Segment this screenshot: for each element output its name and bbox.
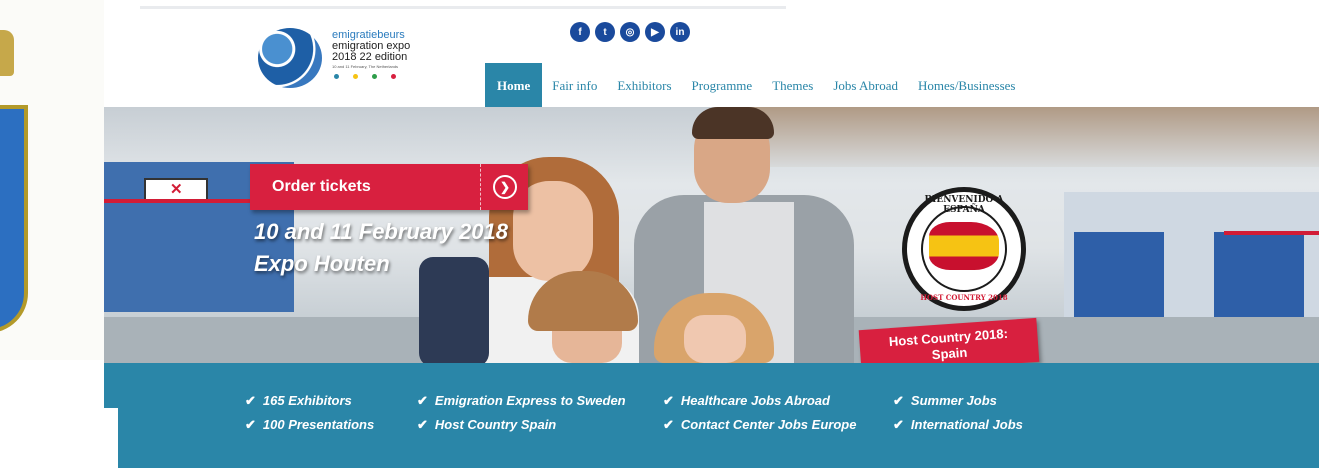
band-bottom-edge xyxy=(0,468,1319,475)
site-logo[interactable]: emigratiebeurs emigration expo 2018 22 e… xyxy=(256,26,432,96)
badge-bottom-text: HOST COUNTRY 2018 xyxy=(920,293,1008,302)
logo-edition: 2018 22 edition xyxy=(332,51,408,63)
nav-fair-info[interactable]: Fair info xyxy=(542,78,607,110)
feature-item: ✔ Host Country Spain xyxy=(417,417,556,433)
check-icon: ✔ xyxy=(893,393,904,408)
feature-label: International Jobs xyxy=(910,417,1023,432)
nav-exhibitors[interactable]: Exhibitors xyxy=(607,78,681,110)
globe-icon xyxy=(258,28,322,88)
hero-photo-boy xyxy=(528,271,638,363)
boy-hair xyxy=(528,271,638,331)
feature-label: Healthcare Jobs Abroad xyxy=(680,393,830,408)
crest-emblem xyxy=(0,30,14,76)
feature-label: 165 Exhibitors xyxy=(262,393,352,408)
check-icon: ✔ xyxy=(245,417,256,432)
booth-panel xyxy=(1074,232,1164,322)
logo-dot xyxy=(372,74,377,79)
twitter-icon[interactable]: t xyxy=(595,22,615,42)
linkedin-icon[interactable]: in xyxy=(670,22,690,42)
feature-label: Host Country Spain xyxy=(434,417,557,432)
nav-programme[interactable]: Programme xyxy=(682,78,763,110)
nav-homes-businesses[interactable]: Homes/Businesses xyxy=(908,78,1026,110)
feature-label: Emigration Express to Sweden xyxy=(434,393,626,408)
crest-shield xyxy=(0,105,28,333)
event-venue: Expo Houten xyxy=(254,251,390,276)
host-country-badge: BIENVENIDO A ESPAÑA HOST COUNTRY 2018 xyxy=(902,187,1026,311)
feature-label: Contact Center Jobs Europe xyxy=(680,417,857,432)
feature-item: ✔ 165 Exhibitors xyxy=(245,393,352,409)
check-icon: ✔ xyxy=(893,417,904,432)
order-tickets-button[interactable]: Order tickets ❯ xyxy=(250,164,528,210)
event-date: 10 and 11 February 2018 xyxy=(254,219,508,244)
social-links: f t ◎ ▶ in xyxy=(570,22,690,42)
check-icon: ✔ xyxy=(417,417,428,432)
band-notch xyxy=(0,408,118,475)
instagram-icon[interactable]: ◎ xyxy=(620,22,640,42)
feature-item: ✔ International Jobs xyxy=(893,417,1023,433)
main-nav: Home Fair info Exhibitors Programme Them… xyxy=(485,62,1025,110)
feature-item: ✔ Healthcare Jobs Abroad xyxy=(663,393,830,409)
logo-dot xyxy=(391,74,396,79)
backpack xyxy=(419,257,489,363)
queue-rope xyxy=(1224,231,1319,235)
feature-item: ✔ 100 Presentations xyxy=(245,417,374,433)
arrow-right-icon: ❯ xyxy=(482,175,528,199)
features-band xyxy=(0,408,1319,475)
youtube-icon[interactable]: ▶ xyxy=(645,22,665,42)
logo-dot xyxy=(353,74,358,79)
check-icon: ✔ xyxy=(663,417,674,432)
feature-label: 100 Presentations xyxy=(262,417,375,432)
spain-map-icon xyxy=(929,222,999,270)
girl-face xyxy=(684,315,746,363)
top-divider xyxy=(140,6,786,9)
feature-label: Summer Jobs xyxy=(910,393,997,408)
hero-banner: Order tickets ❯ 10 and 11 February 2018 … xyxy=(104,107,1319,363)
hero-photo-girl xyxy=(654,293,774,363)
check-icon: ✔ xyxy=(417,393,428,408)
order-tickets-label: Order tickets xyxy=(272,178,371,195)
website-screenshot: emigratiebeurs emigration expo 2018 22 e… xyxy=(104,6,1319,408)
check-icon: ✔ xyxy=(663,393,674,408)
logo-dates: 10 and 11 February, The Netherlands xyxy=(332,64,399,69)
crest-image xyxy=(0,0,104,360)
feature-item: ✔ Summer Jobs xyxy=(893,393,997,409)
feature-item: ✔ Emigration Express to Sweden xyxy=(417,393,626,409)
facebook-icon[interactable]: f xyxy=(570,22,590,42)
logo-dots xyxy=(334,74,396,79)
nav-jobs-abroad[interactable]: Jobs Abroad xyxy=(823,78,908,110)
nav-home[interactable]: Home xyxy=(485,63,543,110)
logo-dot xyxy=(334,74,339,79)
feature-item: ✔ Contact Center Jobs Europe xyxy=(663,417,856,433)
nav-themes[interactable]: Themes xyxy=(762,78,823,110)
man-hair xyxy=(692,107,774,139)
check-icon: ✔ xyxy=(245,393,256,408)
queue-rope xyxy=(104,199,264,203)
booth-panel xyxy=(1214,232,1304,322)
